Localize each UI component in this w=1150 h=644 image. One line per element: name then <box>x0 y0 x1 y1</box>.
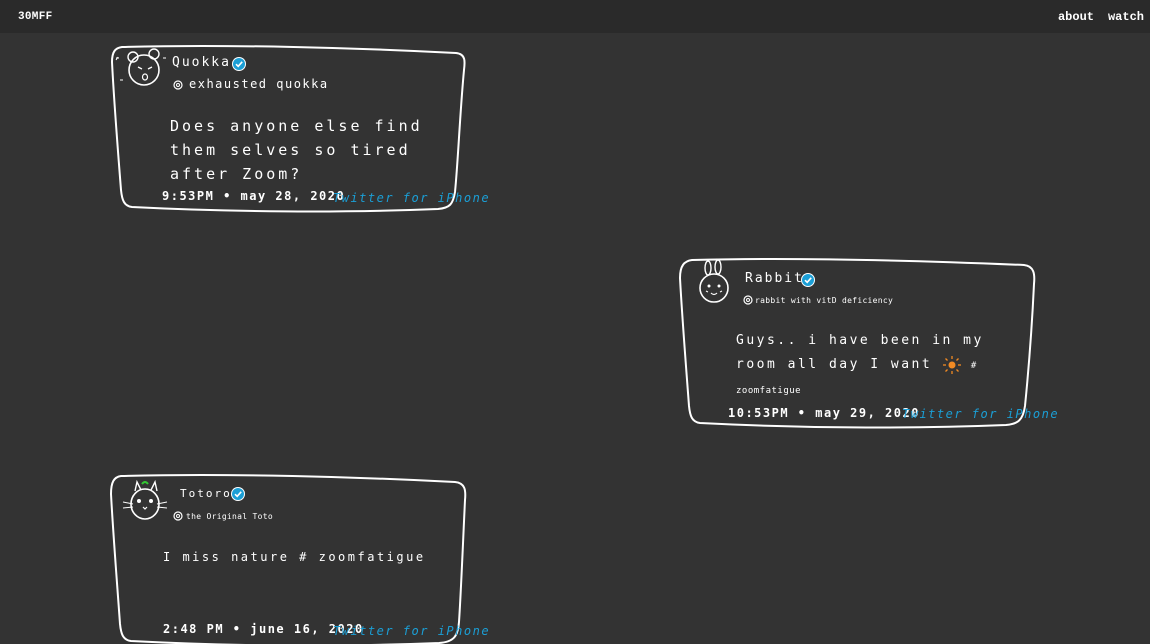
verified-badge-icon <box>802 274 814 286</box>
nav-watch-link[interactable]: watch <box>1108 10 1144 24</box>
page: 30MFF about watch Quokka exhausted quokk… <box>0 0 1150 644</box>
rabbit-avatar-icon <box>699 259 729 303</box>
author-name[interactable]: Totoro <box>180 487 232 500</box>
at-sign-icon <box>743 295 753 305</box>
totoro-avatar-icon <box>122 479 168 520</box>
author-handle[interactable]: exhausted quokka <box>189 77 329 91</box>
site-logo-link[interactable]: 30MFF <box>18 11 53 23</box>
tweet-card-rabbit[interactable]: Rabbit rabbit with vitD deficiency Guys.… <box>678 256 1058 432</box>
author-name[interactable]: Quokka <box>172 55 231 70</box>
tweet-client-link[interactable]: Twitter for iPhone <box>902 407 1059 421</box>
nav-about-link[interactable]: about <box>1058 10 1094 24</box>
tweet-body: Does anyone else find them selves so tir… <box>170 117 423 183</box>
author-name[interactable]: Rabbit <box>745 271 804 286</box>
tweet-client-link[interactable]: Twitter for iPhone <box>333 191 490 205</box>
tweet-card-quokka[interactable]: Quokka exhausted quokka Does anyone else… <box>110 42 489 214</box>
author-handle[interactable]: the Original Toto <box>186 512 273 521</box>
author-handle[interactable]: rabbit with vitD deficiency <box>755 296 893 305</box>
sun-icon <box>942 355 961 374</box>
top-nav-bar: 30MFF about watch <box>0 0 1150 33</box>
quokka-avatar-icon <box>115 48 166 86</box>
verified-badge-icon <box>232 488 244 500</box>
tweet-client-link[interactable]: Twitter for iPhone <box>333 624 490 638</box>
at-sign-icon <box>173 80 183 90</box>
tweet-timestamp[interactable]: 10:53PM • may 29, 2020 <box>728 406 920 420</box>
tweet-body: I miss nature # zoomfatigue <box>163 550 426 564</box>
nav-links: about watch <box>1058 10 1144 24</box>
at-sign-icon <box>173 511 183 521</box>
tweet-body: Guys.. i have been in my room all day I … <box>736 329 1006 403</box>
tweet-card-totoro[interactable]: Totoro the Original Toto I miss nature #… <box>109 472 489 644</box>
verified-badge-icon <box>233 58 245 70</box>
tweet-timestamp[interactable]: 9:53PM • may 28, 2020 <box>162 189 345 203</box>
